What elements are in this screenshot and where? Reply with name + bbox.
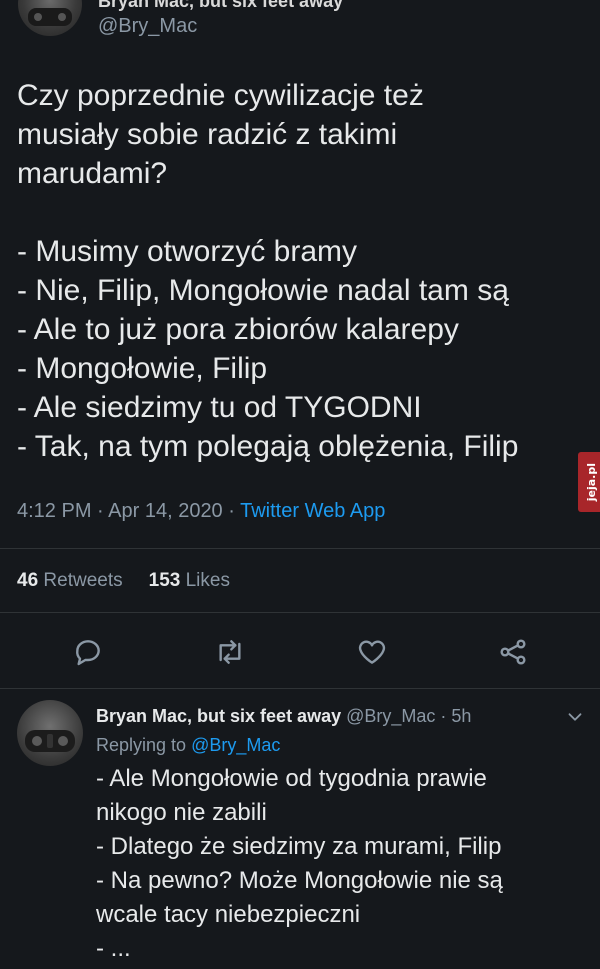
tweet-page: Bryan Mac, but six feet away @Bry_Mac Cz…: [0, 0, 600, 969]
tweet-source[interactable]: Twitter Web App: [240, 500, 385, 522]
reply-line: - Ale Mongołowie od tygodnia prawie: [96, 765, 487, 792]
reply-icon[interactable]: [72, 636, 104, 668]
share-icon[interactable]: [497, 636, 529, 668]
tweet-line: - Musimy otworzyć bramy: [17, 235, 358, 268]
reply-line: - Na pewno? Może Mongołowie nie są: [96, 867, 503, 894]
replying-mention[interactable]: @Bry_Mac: [191, 735, 280, 755]
reply-author-name[interactable]: Bryan Mac, but six feet away: [96, 706, 341, 726]
heart-icon[interactable]: [356, 636, 388, 668]
reply-header: Bryan Mac, but six feet away @Bry_Mac · …: [96, 706, 471, 727]
tweet-line: - Mongołowie, Filip: [17, 352, 268, 385]
reply-avatar[interactable]: [17, 700, 83, 766]
retweets-count: 46: [17, 570, 39, 591]
likes-label: Likes: [180, 570, 230, 591]
tweet-line: [17, 193, 518, 232]
likes-stat[interactable]: 153 Likes: [149, 570, 230, 591]
tweet-stats: 46 Retweets 153 Likes: [17, 570, 230, 592]
reply-line: - ...: [96, 935, 131, 962]
tweet-timestamp[interactable]: 4:12 PM · Apr 14, 2020 ·: [17, 500, 240, 522]
tweet-line: - Ale to już pora zbiorów kalarepy: [17, 313, 459, 346]
tweet-meta: 4:12 PM · Apr 14, 2020 · Twitter Web App: [17, 500, 385, 523]
author-name[interactable]: Bryan Mac, but six feet away: [98, 0, 343, 12]
author-handle[interactable]: @Bry_Mac: [98, 15, 197, 38]
replying-prefix: Replying to: [96, 735, 192, 755]
tweet-line: - Nie, Filip, Mongołowie nadal tam są: [17, 274, 509, 307]
reply-line: - Dlatego że siedzimy za murami, Filip: [96, 833, 502, 860]
retweet-icon[interactable]: [214, 636, 246, 668]
watermark-logo: jeja.pl: [578, 452, 600, 512]
reply-line: nikogo nie zabili: [96, 799, 267, 826]
divider: [0, 612, 600, 613]
divider: [0, 548, 600, 549]
reply-handle-time[interactable]: @Bry_Mac · 5h: [341, 706, 471, 726]
watermark-text: jeja.pl: [584, 462, 598, 502]
chevron-down-icon[interactable]: [564, 706, 586, 728]
retweets-stat[interactable]: 46 Retweets: [17, 570, 123, 591]
tweet-line: - Tak, na tym polegają oblężenia, Filip: [17, 430, 519, 463]
reply-text: - Ale Mongołowie od tygodnia prawie niko…: [96, 762, 503, 966]
replying-to: Replying to @Bry_Mac: [96, 735, 280, 756]
divider: [0, 688, 600, 689]
reply-line: wcale tacy niebezpieczni: [96, 901, 361, 928]
tweet-text: Czy poprzednie cywilizacje też musiały s…: [17, 76, 518, 466]
tweet-line: - Ale siedzimy tu od TYGODNI: [17, 391, 422, 424]
retweets-label: Retweets: [38, 570, 123, 591]
likes-count: 153: [148, 570, 181, 591]
tweet-line: Czy poprzednie cywilizacje też: [17, 79, 424, 112]
tweet-line: musiały sobie radzić z takimi: [17, 118, 398, 151]
tweet-line: marudami?: [17, 157, 168, 190]
author-avatar[interactable]: [18, 0, 82, 36]
tweet-actions: [0, 636, 600, 670]
